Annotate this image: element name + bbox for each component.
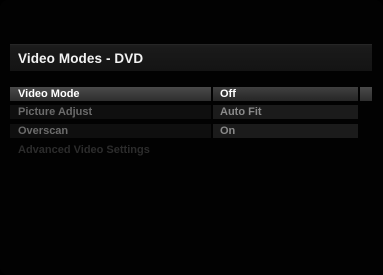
menu-item-overscan[interactable]: Overscan On (10, 124, 372, 138)
picture-adjust-value-selector[interactable]: Auto Fit (213, 105, 358, 119)
menu-item-advanced-video-settings: Advanced Video Settings (10, 143, 372, 157)
menu-item-value: On (220, 125, 236, 137)
menu-item-value: Off (220, 88, 236, 100)
menu-item-label: Advanced Video Settings (18, 144, 150, 156)
menu-title-bar: Video Modes - DVD (10, 44, 372, 71)
menu-item-label: Video Mode (18, 88, 80, 100)
menu-item-video-mode[interactable]: Video Mode Off (10, 87, 372, 101)
menu-item-value: Auto Fit (220, 106, 262, 118)
selection-end-cap (360, 87, 372, 101)
menu-item-label: Picture Adjust (18, 106, 93, 118)
menu-item-label: Overscan (18, 125, 69, 137)
video-mode-value-selector[interactable]: Off (213, 87, 358, 101)
menu-title: Video Modes - DVD (18, 51, 144, 66)
overscan-value-selector[interactable]: On (213, 124, 358, 138)
menu-item-picture-adjust[interactable]: Picture Adjust Auto Fit (10, 105, 372, 119)
tv-screen: Video Modes - DVD Video Mode Off Picture… (0, 0, 383, 275)
